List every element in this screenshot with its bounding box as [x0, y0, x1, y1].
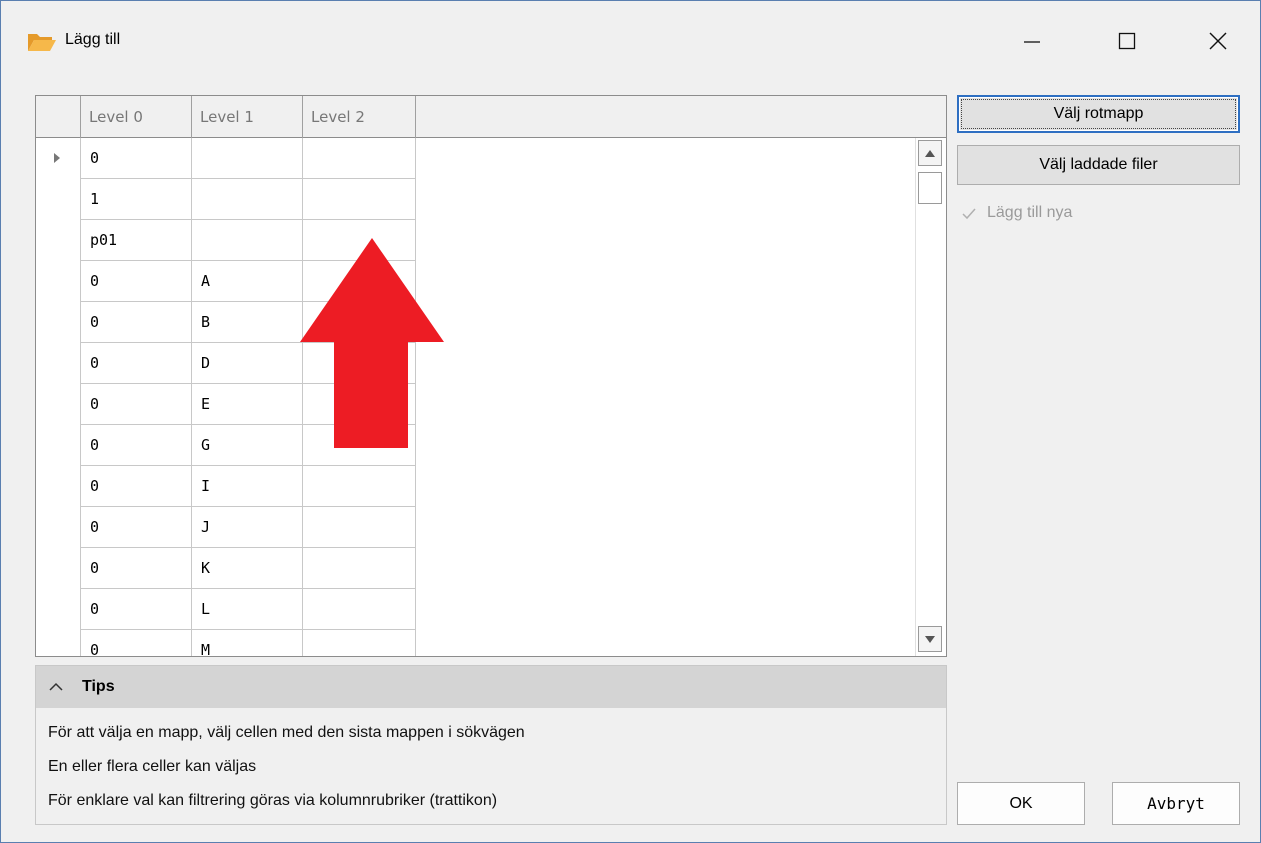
scroll-down-icon — [925, 635, 935, 643]
grid-cell-level-1[interactable]: B — [192, 302, 303, 343]
grid-cell-level-0[interactable]: 0 — [81, 343, 192, 384]
row-indicator[interactable] — [36, 466, 81, 507]
table-row[interactable]: 0K — [36, 548, 416, 589]
grid-cell-level-0[interactable]: 0 — [81, 630, 192, 656]
grid-cell-level-0[interactable]: 0 — [81, 466, 192, 507]
table-row[interactable]: 0 — [36, 138, 416, 179]
grid-cell-level-2[interactable] — [303, 589, 416, 630]
scroll-thumb[interactable] — [918, 172, 942, 204]
checkmark-icon — [962, 208, 976, 220]
grid-cell-level-1[interactable]: M — [192, 630, 303, 656]
table-row[interactable]: 1 — [36, 179, 416, 220]
add-new-label: Lägg till nya — [987, 204, 1073, 221]
grid-cell-level-2[interactable] — [303, 179, 416, 220]
grid-cell-level-1[interactable]: J — [192, 507, 303, 548]
table-row[interactable]: 0M — [36, 630, 416, 656]
grid-cell-level-2[interactable] — [303, 466, 416, 507]
scroll-up-button[interactable] — [918, 140, 942, 166]
vertical-scrollbar[interactable] — [915, 138, 946, 656]
grid-cell-level-1[interactable]: E — [192, 384, 303, 425]
row-indicator[interactable] — [36, 630, 81, 656]
grid-cell-level-2[interactable] — [303, 138, 416, 179]
cancel-button[interactable]: Avbryt — [1112, 782, 1240, 825]
minimize-icon — [1024, 41, 1040, 43]
choose-root-folder-button[interactable]: Välj rotmapp — [957, 95, 1240, 133]
grid-cell-level-1[interactable]: K — [192, 548, 303, 589]
grid-cell-level-0[interactable]: 0 — [81, 138, 192, 179]
row-indicator[interactable] — [36, 179, 81, 220]
grid-cell-level-1[interactable]: A — [192, 261, 303, 302]
grid-cell-level-0[interactable]: 0 — [81, 302, 192, 343]
grid-cell-level-1[interactable] — [192, 179, 303, 220]
ok-button[interactable]: OK — [957, 782, 1085, 825]
grid-cell-level-0[interactable]: 0 — [81, 589, 192, 630]
chevron-up-icon[interactable] — [48, 681, 64, 693]
grid-cell-level-0[interactable]: 0 — [81, 548, 192, 589]
grid-header: Level 0 Level 1 Level 2 — [36, 96, 946, 138]
grid-cell-level-0[interactable]: 1 — [81, 179, 192, 220]
row-indicator[interactable] — [36, 261, 81, 302]
title-bar: Lägg till — [1, 1, 1260, 83]
tip-line: För att välja en mapp, välj cellen med d… — [48, 724, 525, 741]
scroll-down-button[interactable] — [918, 626, 942, 652]
tips-title: Tips — [82, 678, 115, 695]
grid-cell-level-0[interactable]: 0 — [81, 507, 192, 548]
row-indicator[interactable] — [36, 507, 81, 548]
table-row[interactable]: 0L — [36, 589, 416, 630]
maximize-button[interactable] — [1104, 21, 1150, 61]
row-indicator[interactable] — [36, 384, 81, 425]
maximize-icon — [1118, 32, 1136, 50]
tip-line: En eller flera celler kan väljas — [48, 758, 257, 775]
close-button[interactable] — [1195, 21, 1241, 61]
close-icon — [1209, 32, 1227, 50]
current-row-icon — [54, 153, 60, 163]
red-arrow-annotation — [300, 238, 444, 448]
grid-cell-level-1[interactable]: G — [192, 425, 303, 466]
tips-header[interactable]: Tips — [36, 666, 946, 708]
column-header-level-0[interactable]: Level 0 — [81, 96, 192, 138]
tips-panel: Tips För att välja en mapp, välj cellen … — [35, 665, 947, 825]
row-indicator[interactable] — [36, 548, 81, 589]
row-indicator[interactable] — [36, 343, 81, 384]
grid-cell-level-0[interactable]: 0 — [81, 384, 192, 425]
table-row[interactable]: 0J — [36, 507, 416, 548]
row-indicator[interactable] — [36, 425, 81, 466]
grid-cell-level-2[interactable] — [303, 507, 416, 548]
grid-cell-level-1[interactable]: L — [192, 589, 303, 630]
tip-line: För enklare val kan filtrering göras via… — [48, 792, 498, 809]
column-header-level-1[interactable]: Level 1 — [192, 96, 303, 138]
grid-cell-level-2[interactable] — [303, 630, 416, 656]
table-row[interactable]: 0I — [36, 466, 416, 507]
grid-cell-level-1[interactable] — [192, 138, 303, 179]
grid-rows: 0 1 p01 0 A 0 B 0 D 0 E 0 G 0 I 0 J 0 K 0 L 0 M — [36, 138, 916, 656]
row-indicator-header — [36, 96, 81, 138]
folder-grid[interactable]: Level 0 Level 1 Level 2 0 1 p01 0 A 0 B 0 D 0 E 0 G 0… — [35, 95, 947, 657]
row-indicator[interactable] — [36, 589, 81, 630]
add-new-checkbox[interactable] — [959, 204, 979, 224]
grid-cell-level-1[interactable]: D — [192, 343, 303, 384]
grid-cell-level-0[interactable]: 0 — [81, 261, 192, 302]
row-indicator[interactable] — [36, 220, 81, 261]
row-indicator[interactable] — [36, 138, 81, 179]
choose-loaded-files-button[interactable]: Välj laddade filer — [957, 145, 1240, 185]
window-title: Lägg till — [65, 31, 121, 48]
minimize-button[interactable] — [1009, 21, 1055, 61]
grid-cell-level-1[interactable]: I — [192, 466, 303, 507]
scroll-up-icon — [925, 149, 935, 157]
grid-cell-level-0[interactable]: p01 — [81, 220, 192, 261]
grid-cell-level-0[interactable]: 0 — [81, 425, 192, 466]
folder-open-icon — [27, 31, 57, 53]
dialog-window: Lägg till Level 0 Level 1 Level 2 0 1 p01 0… — [0, 0, 1261, 843]
grid-cell-level-2[interactable] — [303, 548, 416, 589]
column-header-level-2[interactable]: Level 2 — [303, 96, 416, 138]
row-indicator[interactable] — [36, 302, 81, 343]
grid-cell-level-1[interactable] — [192, 220, 303, 261]
